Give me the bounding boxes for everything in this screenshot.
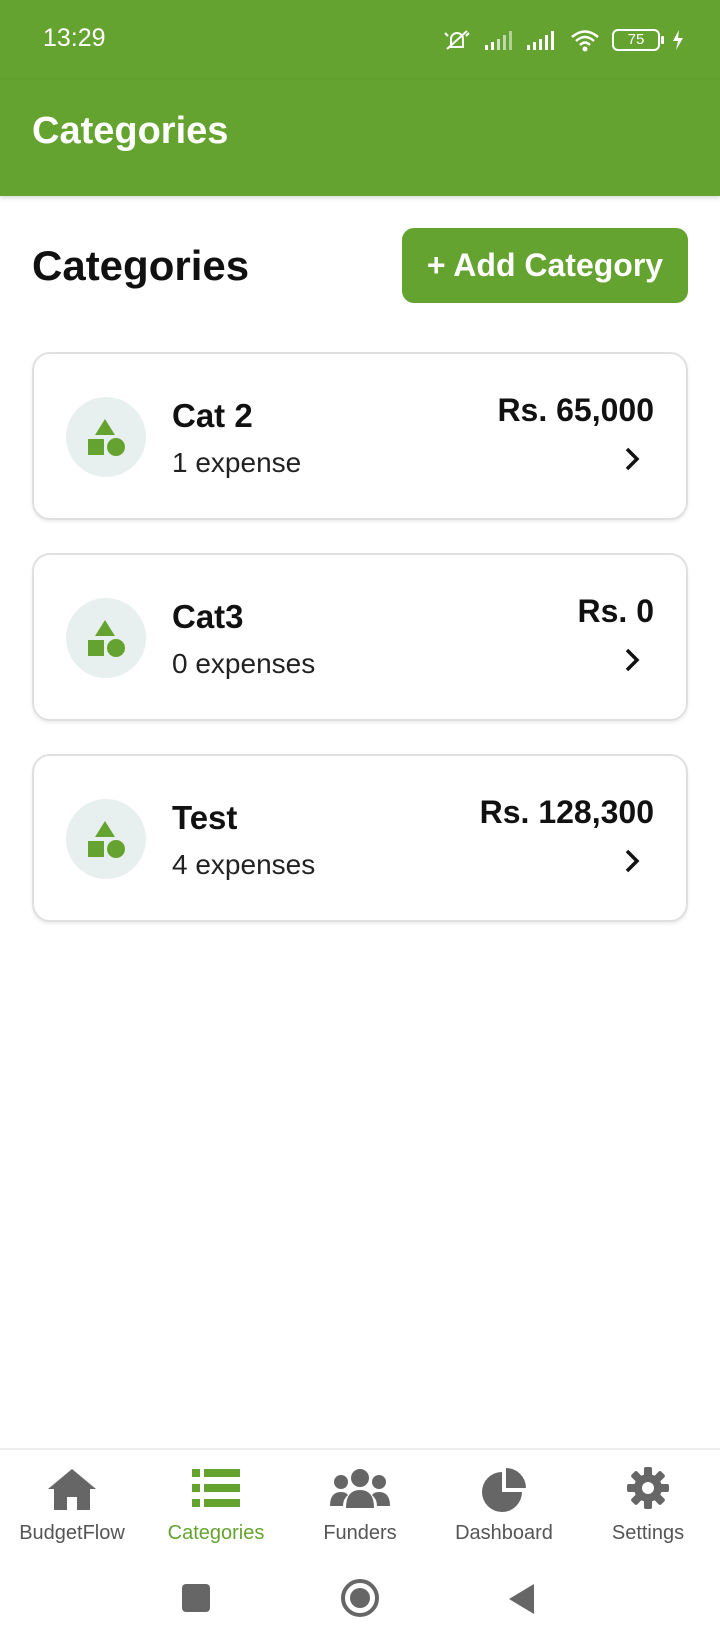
nav-label: Funders — [323, 1522, 397, 1544]
nav-item-budgetflow[interactable]: BudgetFlow — [0, 1450, 144, 1570]
nav-item-categories[interactable]: Categories — [144, 1450, 288, 1570]
category-card[interactable]: Test 4 expenses Rs. 128,300 — [32, 754, 688, 922]
add-category-button[interactable]: + Add Category — [402, 228, 688, 303]
charging-icon — [673, 30, 683, 50]
system-nav-bar — [0, 1568, 720, 1640]
shapes-icon — [66, 397, 146, 477]
bottom-nav: BudgetFlow Categories Funders Dashboard — [0, 1448, 720, 1568]
signal-icon — [527, 31, 554, 50]
mute-icon — [444, 30, 470, 50]
nav-label: BudgetFlow — [19, 1522, 125, 1544]
status-time: 13:29 — [43, 24, 106, 52]
expense-count: 1 expense — [172, 447, 302, 478]
wifi-icon — [571, 30, 599, 52]
category-list: Cat 2 1 expense Rs. 65,000 Cat3 0 expens… — [32, 352, 688, 955]
nav-item-funders[interactable]: Funders — [288, 1450, 432, 1570]
pie-chart-icon — [482, 1468, 526, 1512]
expense-count: 0 expenses — [172, 648, 316, 679]
users-icon — [330, 1469, 390, 1508]
shapes-icon — [66, 799, 146, 879]
category-amount: Rs. 65,000 — [497, 392, 654, 428]
nav-label: Settings — [611, 1522, 685, 1544]
battery-level: 75 — [627, 31, 645, 48]
recent-apps-icon[interactable] — [180, 1582, 212, 1614]
app-bar-title: Categories — [32, 110, 229, 152]
nav-item-settings[interactable]: Settings — [576, 1450, 720, 1570]
category-card[interactable]: Cat3 0 expenses Rs. 0 — [32, 553, 688, 721]
list-icon — [192, 1469, 240, 1507]
category-name: Test — [172, 799, 238, 836]
nav-item-dashboard[interactable]: Dashboard — [432, 1450, 576, 1570]
home-button-icon[interactable] — [340, 1578, 380, 1618]
status-icons: 75 — [442, 24, 684, 56]
category-amount: Rs. 128,300 — [479, 794, 654, 830]
signal-icon — [485, 31, 512, 50]
shapes-icon — [66, 598, 146, 678]
category-name: Cat3 — [172, 598, 244, 635]
expense-count: 4 expenses — [172, 849, 316, 880]
category-amount: Rs. 0 — [577, 593, 654, 629]
status-bar: 13:29 75 — [0, 0, 720, 80]
nav-label: Categories — [167, 1522, 265, 1544]
gear-icon — [627, 1467, 669, 1509]
chevron-right-icon — [625, 447, 640, 471]
category-name: Cat 2 — [172, 397, 253, 434]
category-card[interactable]: Cat 2 1 expense Rs. 65,000 — [32, 352, 688, 520]
page-title: Categories — [32, 242, 250, 289]
battery-icon: 75 — [612, 29, 664, 51]
home-icon — [48, 1469, 96, 1510]
chevron-right-icon — [625, 849, 640, 873]
chevron-right-icon — [625, 648, 640, 672]
nav-label: Dashboard — [455, 1522, 553, 1544]
app-bar: Categories — [0, 80, 720, 196]
back-icon[interactable] — [506, 1582, 538, 1616]
